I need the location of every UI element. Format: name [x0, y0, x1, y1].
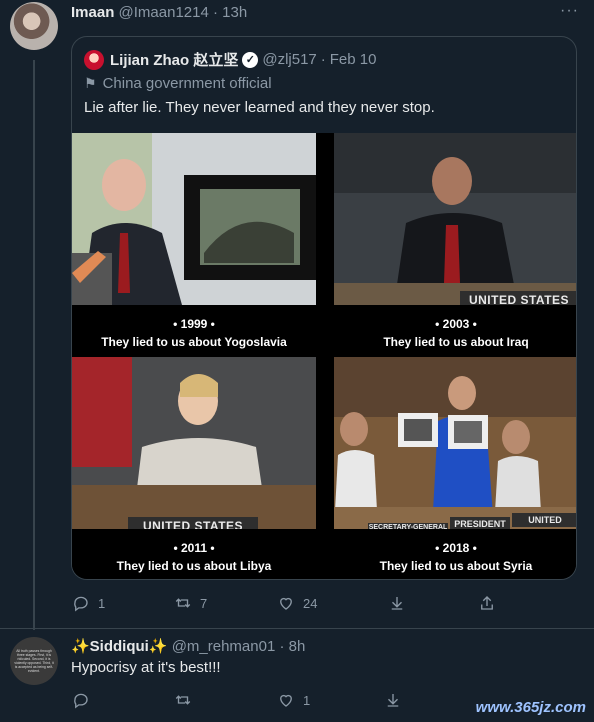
panel-1999[interactable]: • 1999 • They lied to us about Yogoslavi…	[72, 133, 316, 353]
watermark: www.365jz.com	[475, 699, 586, 716]
avatar-text: All truth passes through three stages. F…	[14, 649, 54, 673]
quoted-tweet[interactable]: Lijian Zhao 赵立坚 ✓ @zlj517 · Feb 10 ⚑ Chi…	[71, 36, 577, 580]
quote-date[interactable]: Feb 10	[330, 51, 377, 68]
quote-header: Lijian Zhao 赵立坚 ✓ @zlj517 · Feb 10	[84, 49, 376, 70]
tweet-imaan[interactable]: Imaan @Imaan1214 · 13h ··· Lijian Zhao 赵…	[0, 0, 594, 630]
share-icon	[481, 596, 493, 610]
caption: • 2011 • They lied to us about Libya	[72, 529, 316, 577]
share-button[interactable]	[478, 594, 496, 612]
bookmark-button[interactable]	[384, 691, 402, 709]
reply-button[interactable]	[72, 691, 90, 709]
flag-icon: ⚑	[84, 75, 97, 91]
tweet-header: ✨Siddiqui✨ @m_rehman01 · 8h	[71, 637, 305, 655]
like-count: 24	[303, 595, 318, 611]
image-grid[interactable]: • 1999 • They lied to us about Yogoslavi…	[72, 133, 576, 579]
caption: • 2003 • They lied to us about Iraq	[334, 305, 576, 353]
heart-icon	[280, 694, 292, 707]
panel-2018[interactable]: PRESIDENT UNITED STATES SECRETARY-GENERA…	[334, 357, 576, 577]
photo-2003	[334, 133, 576, 305]
caption-text: They lied to us about Yogoslavia	[101, 335, 287, 349]
download-icon	[391, 597, 403, 610]
separator: ·	[320, 51, 326, 68]
reply-button[interactable]: 1	[72, 594, 105, 612]
separator: ·	[279, 638, 285, 655]
quote-text: Lie after lie. They never learned and th…	[84, 99, 435, 116]
photo-2011	[72, 357, 316, 529]
like-count: 1	[303, 692, 311, 708]
timestamp[interactable]: 8h	[289, 638, 306, 655]
caption-text: They lied to us about Libya	[116, 559, 272, 573]
like-button[interactable]: 1	[277, 691, 310, 709]
retweet-count: 7	[200, 595, 208, 611]
government-label-text: China government official	[102, 75, 272, 92]
handle[interactable]: @Imaan1214	[119, 4, 209, 21]
verified-badge-icon: ✓	[242, 51, 259, 68]
retweet-icon	[175, 695, 191, 705]
reply-icon	[74, 596, 88, 612]
tweet-text: Hypocrisy at it's best!!!	[71, 659, 221, 676]
quote-avatar[interactable]	[84, 49, 104, 70]
panel-2003[interactable]: UNITED STATES • 2003 • They lied to us a…	[334, 133, 576, 353]
quote-handle[interactable]: @zlj517	[262, 51, 316, 68]
caption-year: • 2011 •	[173, 541, 215, 555]
download-icon	[387, 694, 399, 707]
thread-line	[33, 60, 35, 630]
retweet-button[interactable]	[174, 691, 192, 709]
like-button[interactable]: 24	[277, 594, 317, 612]
reply-icon	[74, 693, 88, 709]
avatar[interactable]: All truth passes through three stages. F…	[10, 637, 58, 685]
heart-icon	[280, 597, 292, 610]
panel-2011[interactable]: UNITED STATES • 2011 • They lied to us a…	[72, 357, 316, 577]
timestamp[interactable]: 13h	[222, 4, 247, 21]
separator: ·	[213, 4, 218, 21]
caption: • 1999 • They lied to us about Yogoslavi…	[72, 305, 316, 353]
caption-text: They lied to us about Syria	[379, 559, 533, 573]
caption-text: They lied to us about Iraq	[383, 335, 529, 349]
handle[interactable]: @m_rehman01	[172, 638, 276, 655]
retweet-button[interactable]: 7	[174, 594, 207, 612]
photo-2018	[334, 357, 576, 529]
caption-year: • 1999 •	[173, 317, 215, 331]
caption: • 2018 • They lied to us about Syria	[334, 529, 576, 577]
government-label[interactable]: ⚑ China government official	[84, 75, 272, 92]
more-horizontal-icon[interactable]: ···	[560, 2, 579, 20]
reply-count: 1	[98, 595, 106, 611]
quote-display-name[interactable]: Lijian Zhao 赵立坚	[110, 49, 238, 70]
bookmark-button[interactable]	[388, 594, 406, 612]
caption-year: • 2018 •	[435, 541, 477, 555]
avatar[interactable]	[10, 2, 58, 50]
display-name[interactable]: ✨Siddiqui✨	[71, 638, 168, 655]
tweet-header: Imaan @Imaan1214 · 13h	[71, 4, 247, 21]
caption-year: • 2003 •	[435, 317, 477, 331]
photo-1999	[72, 133, 316, 305]
retweet-icon	[175, 598, 191, 608]
display-name[interactable]: Imaan	[71, 4, 114, 21]
nameplate: UNITED STATES	[512, 513, 576, 539]
